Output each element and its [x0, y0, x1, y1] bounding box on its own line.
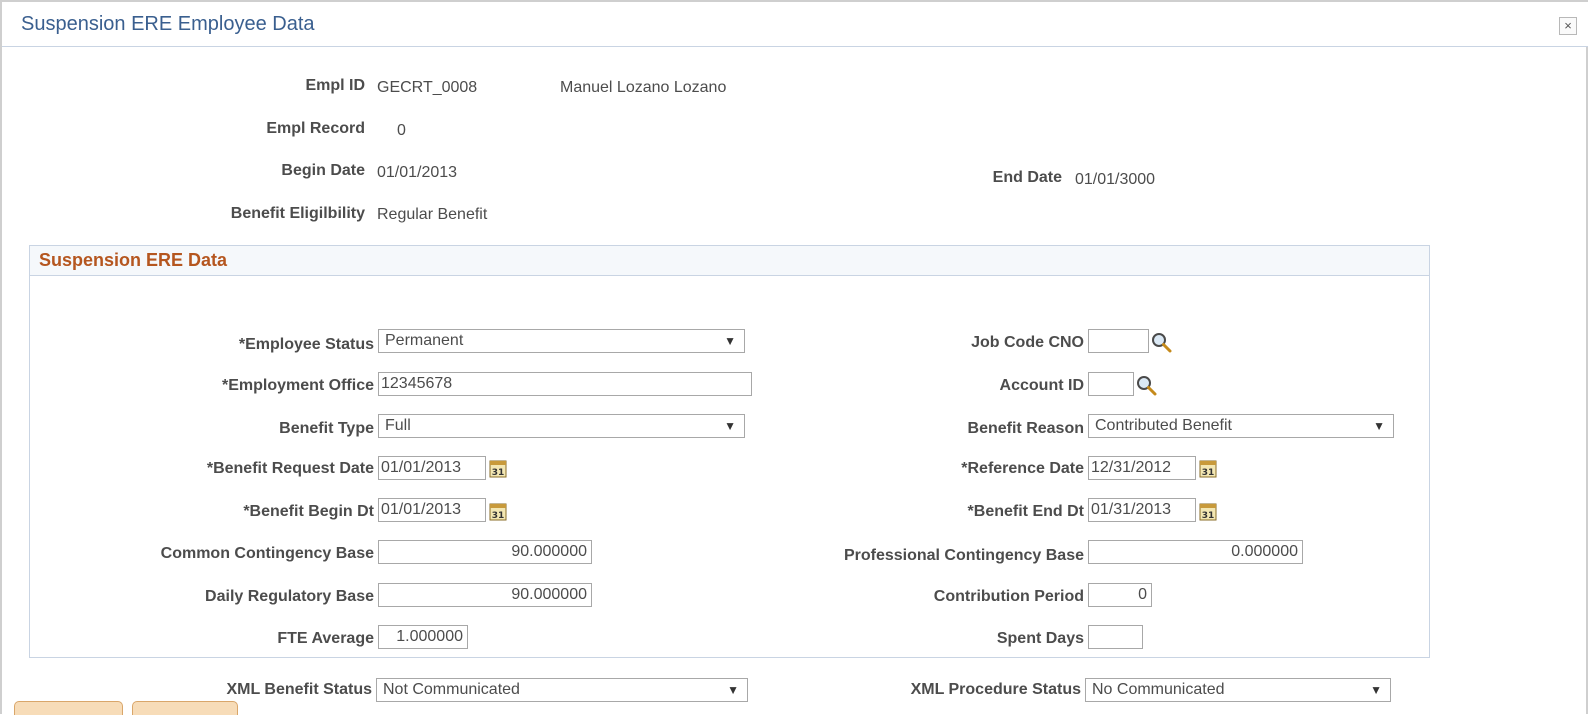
professional-contingency-label: Professional Contingency Base	[843, 547, 1084, 564]
employee-status-label: *Employee Status	[238, 336, 374, 353]
magnifier-icon[interactable]	[1151, 332, 1173, 354]
xml-benefit-status-label: XML Benefit Status	[226, 681, 373, 698]
account-id-label: Account ID	[999, 377, 1084, 394]
xml-benefit-status-select[interactable]: Not Communicated ▼	[376, 678, 748, 702]
svg-text:31: 31	[492, 511, 505, 521]
contribution-period-input[interactable]: 0	[1088, 583, 1152, 607]
benefit-reason-label: Benefit Reason	[967, 420, 1084, 437]
xml-procedure-status-value: No Communicated	[1092, 681, 1225, 698]
employment-office-input[interactable]: 12345678	[378, 372, 752, 396]
daily-regulatory-input[interactable]: 90.000000	[378, 583, 592, 607]
end-date-label: End Date	[992, 169, 1062, 186]
reference-date-label: *Reference Date	[961, 460, 1084, 477]
benefit-eligibility-label: Benefit Eligilbility	[230, 205, 365, 222]
account-id-input[interactable]	[1088, 372, 1134, 396]
close-icon[interactable]: ×	[1559, 17, 1577, 35]
xml-procedure-status-label: XML Procedure Status	[910, 681, 1081, 698]
group-title: Suspension ERE Data	[39, 250, 228, 270]
job-code-cno-label: Job Code CNO	[971, 334, 1084, 351]
calendar-icon[interactable]: 31	[1199, 458, 1217, 478]
xml-benefit-status-value: Not Communicated	[383, 681, 520, 698]
end-date-value: 01/01/3000	[1075, 171, 1156, 188]
spent-days-label: Spent Days	[996, 630, 1084, 647]
empl-record-label: Empl Record	[266, 120, 365, 137]
employee-status-value: Permanent	[385, 332, 464, 349]
common-contingency-input[interactable]: 90.000000	[378, 540, 592, 564]
benefit-begin-dt-input[interactable]: 01/01/2013	[378, 498, 486, 522]
common-contingency-label: Common Contingency Base	[160, 545, 374, 562]
fte-average-label: FTE Average	[277, 630, 374, 647]
xml-procedure-status-select[interactable]: No Communicated ▼	[1085, 678, 1391, 702]
dialog-titlebar: Suspension ERE Employee Data ×	[2, 2, 1588, 47]
svg-text:31: 31	[1202, 468, 1215, 478]
ok-button[interactable]	[14, 701, 123, 715]
svg-text:31: 31	[492, 468, 505, 478]
contribution-period-label: Contribution Period	[933, 588, 1084, 605]
group-header: Suspension ERE Data	[30, 246, 1429, 276]
benefit-request-date-label: *Benefit Request Date	[206, 460, 374, 477]
calendar-icon[interactable]: 31	[489, 501, 507, 521]
begin-date-value: 01/01/2013	[377, 164, 458, 181]
cancel-button[interactable]	[132, 701, 238, 715]
job-code-cno-input[interactable]	[1088, 329, 1149, 353]
benefit-request-date-input[interactable]: 01/01/2013	[378, 456, 486, 480]
benefit-begin-dt-label: *Benefit Begin Dt	[243, 503, 374, 520]
benefit-type-value: Full	[385, 417, 411, 434]
benefit-end-dt-label: *Benefit End Dt	[967, 503, 1084, 520]
employee-status-select[interactable]: Permanent ▼	[378, 329, 745, 353]
daily-regulatory-label: Daily Regulatory Base	[205, 588, 374, 605]
benefit-end-dt-input[interactable]: 01/31/2013	[1088, 498, 1196, 522]
begin-date-label: Begin Date	[281, 162, 365, 179]
employment-office-label: *Employment Office	[221, 377, 374, 394]
chevron-down-icon: ▼	[724, 419, 736, 433]
benefit-reason-value: Contributed Benefit	[1095, 417, 1232, 434]
professional-contingency-input[interactable]: 0.000000	[1088, 540, 1303, 564]
chevron-down-icon: ▼	[724, 334, 736, 348]
magnifier-icon[interactable]	[1136, 375, 1158, 397]
svg-text:31: 31	[1202, 511, 1215, 521]
empl-id-label: Empl ID	[305, 77, 365, 94]
fte-average-input[interactable]: 1.000000	[378, 625, 468, 649]
chevron-down-icon: ▼	[1373, 419, 1385, 433]
benefit-eligibility-value: Regular Benefit	[377, 206, 488, 223]
benefit-reason-select[interactable]: Contributed Benefit ▼	[1088, 414, 1394, 438]
benefit-type-select[interactable]: Full ▼	[378, 414, 745, 438]
empl-record-value: 0	[397, 122, 406, 139]
employee-name: Manuel Lozano Lozano	[560, 79, 727, 96]
benefit-type-label: Benefit Type	[279, 420, 374, 437]
chevron-down-icon: ▼	[1370, 683, 1382, 697]
calendar-icon[interactable]: 31	[489, 458, 507, 478]
dialog-title: Suspension ERE Employee Data	[21, 13, 315, 35]
reference-date-input[interactable]: 12/31/2012	[1088, 456, 1196, 480]
empl-id-value: GECRT_0008	[377, 79, 478, 96]
chevron-down-icon: ▼	[727, 683, 739, 697]
calendar-icon[interactable]: 31	[1199, 501, 1217, 521]
spent-days-input[interactable]	[1088, 625, 1143, 649]
